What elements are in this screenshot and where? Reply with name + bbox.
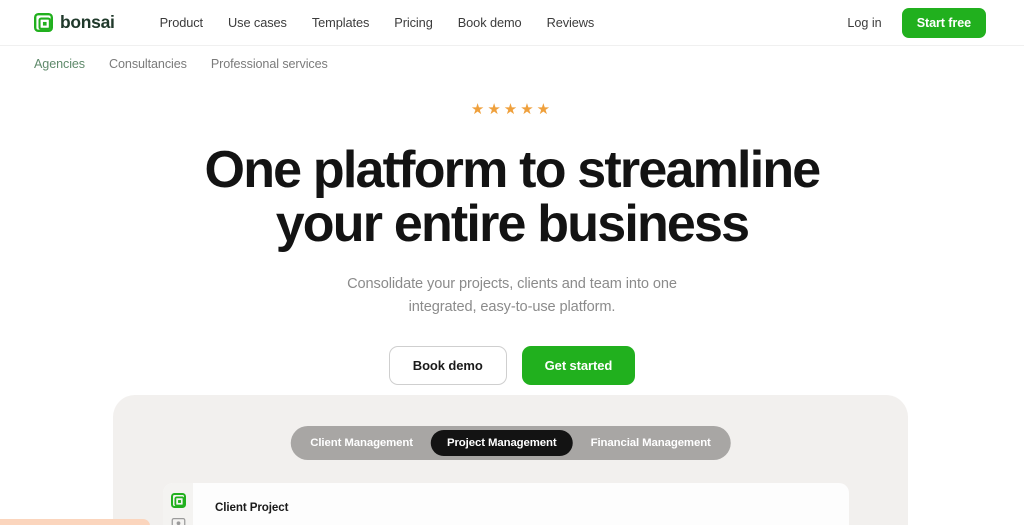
site-header: bonsai Product Use cases Templates Prici… — [0, 0, 1024, 46]
nav-item-book-demo[interactable]: Book demo — [458, 15, 522, 30]
nav-item-pricing[interactable]: Pricing — [394, 15, 433, 30]
nav-item-reviews[interactable]: Reviews — [547, 15, 595, 30]
hero-subtitle-line-1: Consolidate your projects, clients and t… — [347, 276, 677, 293]
hero-section: ★★★★★ One platform to streamline your en… — [0, 82, 1024, 386]
hero-subtitle: Consolidate your projects, clients and t… — [0, 273, 1024, 318]
app-preview-body: Client Project — [193, 483, 849, 525]
hero-title-line-1: One platform to streamline — [204, 141, 822, 199]
tab-client-management[interactable]: Client Management — [294, 430, 429, 456]
tab-financial-management[interactable]: Financial Management — [575, 430, 727, 456]
bonsai-logo-icon[interactable] — [170, 493, 186, 508]
product-showcase-panel: Client Management Project Management Fin… — [113, 395, 908, 525]
showcase-tab-bar: Client Management Project Management Fin… — [290, 426, 731, 460]
app-preview-card: Client Project — [163, 483, 849, 525]
page-title: One platform to streamline your entire b… — [0, 141, 1024, 253]
nav-item-templates[interactable]: Templates — [312, 15, 370, 30]
get-started-button[interactable]: Get started — [521, 346, 636, 386]
tab-project-management[interactable]: Project Management — [430, 430, 573, 456]
brand-logo[interactable]: bonsai — [34, 12, 115, 33]
subnav-item-agencies[interactable]: Agencies — [34, 57, 85, 71]
book-demo-button[interactable]: Book demo — [388, 346, 507, 386]
bonsai-logo-icon — [34, 13, 53, 32]
subnav-item-professional-services[interactable]: Professional services — [211, 57, 328, 71]
contact-card-icon[interactable] — [171, 517, 186, 525]
brand-name: bonsai — [60, 12, 115, 32]
stars-glyphs: ★★★★★ — [470, 101, 554, 118]
app-preview-sidebar — [163, 483, 193, 525]
app-preview-project-title: Client Project — [215, 501, 289, 514]
start-free-button[interactable]: Start free — [901, 7, 986, 38]
main-nav: Product Use cases Templates Pricing Book… — [160, 15, 595, 30]
login-link[interactable]: Log in — [847, 16, 881, 30]
star-rating: ★★★★★ — [0, 102, 1024, 122]
sub-nav: Agencies Consultancies Professional serv… — [0, 46, 1024, 82]
hero-cta-group: Book demo Get started — [0, 346, 1024, 386]
nav-item-use-cases[interactable]: Use cases — [228, 15, 287, 30]
decorative-peach-strip — [0, 519, 150, 525]
header-actions: Log in Start free — [847, 7, 986, 38]
nav-item-product[interactable]: Product — [160, 15, 204, 30]
subnav-item-consultancies[interactable]: Consultancies — [109, 57, 187, 71]
hero-subtitle-line-2: integrated, easy-to-use platform. — [408, 298, 616, 315]
hero-title-line-2: your entire business — [275, 194, 750, 253]
